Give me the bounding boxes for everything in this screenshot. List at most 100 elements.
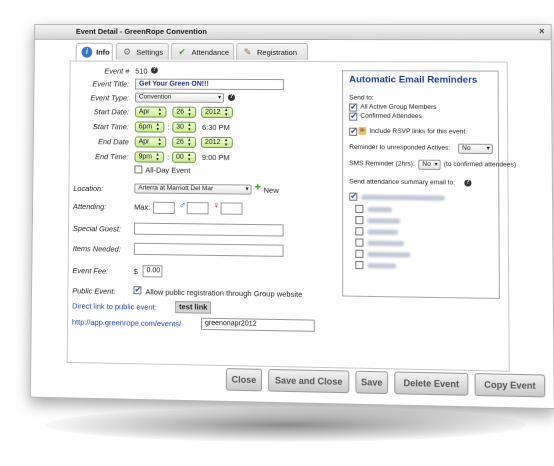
event-fee-input[interactable]: 0.00 <box>143 265 163 277</box>
summary-label: Send attendance summary email to: <box>349 178 455 186</box>
tab-info-label: Info <box>96 48 110 57</box>
event-detail-dialog: Event Detail - GreenRope Convention × i … <box>30 24 554 409</box>
url-prefix: http://app.greenrope.com/events/ <box>72 317 181 328</box>
public-event-checkbox[interactable]: ✔ <box>133 286 141 294</box>
event-type-label: Event Type: <box>74 93 129 102</box>
copy-event-button[interactable]: Copy Event <box>475 373 546 397</box>
window-title: Event Detail - GreenRope Convention <box>76 27 207 36</box>
start-hour-select[interactable]: 6pm <box>135 121 165 132</box>
plus-icon[interactable]: + <box>255 182 261 194</box>
recipient-email-redacted <box>361 195 445 201</box>
location-select[interactable]: Arterra at Marriott Del Mar <box>134 183 251 194</box>
active-members-checkbox[interactable]: ✔ <box>349 103 357 111</box>
tab-registration[interactable]: ✎ Registration <box>236 43 308 60</box>
confirmed-attendees-label: Confirmed Attendees <box>360 113 422 120</box>
help-icon[interactable]: ? <box>151 67 158 74</box>
summary-recipient-checkbox[interactable] <box>355 238 363 246</box>
gear-icon: ⚙ <box>122 47 133 58</box>
summary-recipient-checkbox[interactable]: ✔ <box>349 193 357 201</box>
close-button[interactable]: Close <box>226 368 262 391</box>
start-time-text: 6:30 PM <box>202 123 230 132</box>
sms-note: (to confirmed attendees) <box>444 161 516 169</box>
delete-event-button[interactable]: Delete Event <box>394 371 468 395</box>
summary-recipient-checkbox[interactable] <box>355 261 363 269</box>
all-day-checkbox[interactable] <box>134 165 142 173</box>
info-icon: i <box>81 47 92 58</box>
start-time-label: Start Time: <box>74 122 129 131</box>
email-reminders-panel: Automatic Email Reminders Send to: ✔ All… <box>342 70 500 299</box>
direct-link-label: Direct link to public event: <box>72 301 157 312</box>
female-icon: ♀ <box>213 200 221 211</box>
recipient-name-redacted <box>368 263 397 269</box>
unresponded-select[interactable]: No <box>458 144 493 154</box>
max-female-input[interactable] <box>221 202 243 214</box>
end-minute-select[interactable]: 00 <box>172 152 196 163</box>
rsvp-label: Include RSVP links for this event <box>369 128 465 136</box>
tab-attendance-label: Attendance <box>192 48 230 57</box>
summary-recipient-checkbox[interactable] <box>355 227 363 235</box>
end-month-select[interactable]: Apr <box>135 136 167 147</box>
url-slug-input[interactable]: greenonapr2012 <box>201 318 315 332</box>
public-event-text: Allow public registration through Group … <box>145 287 302 299</box>
sms-label: SMS Reminder (2hrs): <box>349 160 415 168</box>
title-bar: Event Detail - GreenRope Convention × <box>35 25 551 40</box>
recipient-name-redacted <box>367 229 398 234</box>
active-members-label: All Active Group Members <box>360 104 436 111</box>
info-panel: Event # 510 ? Event Title: Get Your Gree… <box>67 61 510 372</box>
fee-currency: $ <box>134 267 138 276</box>
recipient-name-redacted <box>368 241 405 247</box>
start-year-select[interactable]: 2012 <box>201 107 233 118</box>
event-type-select[interactable]: Convention <box>135 93 224 103</box>
max-label: Max: <box>134 203 150 212</box>
special-guest-label: Special Guest: <box>73 224 132 234</box>
male-icon: ♂ <box>179 200 187 211</box>
tab-attendance[interactable]: ✔ Attendance <box>171 43 234 60</box>
start-month-select[interactable]: Apr <box>135 106 167 117</box>
save-and-close-button[interactable]: Save and Close <box>268 369 349 393</box>
tab-settings[interactable]: ⚙ Settings <box>116 43 169 60</box>
all-day-label: All-Day Event <box>145 166 190 175</box>
max-attending-input[interactable] <box>153 202 175 214</box>
window-shadow <box>46 408 526 442</box>
start-day-select[interactable]: 26 <box>172 107 196 118</box>
recipient-name-redacted <box>368 252 411 258</box>
rsvp-icon: ✉ <box>358 127 366 135</box>
confirmed-attendees-checkbox[interactable]: ✔ <box>349 113 357 121</box>
help-icon[interactable]: ? <box>464 179 471 186</box>
event-title-label: Event Title: <box>74 79 129 88</box>
start-minute-select[interactable]: 30 <box>172 122 196 133</box>
public-event-label: Public Event: <box>72 286 127 296</box>
recipient-name-redacted <box>367 207 391 212</box>
start-date-label: Start Date: <box>74 107 129 116</box>
unresponded-label: Reminder to unresponded Actives: <box>349 144 450 152</box>
test-link-button[interactable]: test link <box>175 301 211 314</box>
special-guest-input[interactable] <box>134 223 284 237</box>
items-needed-input[interactable] <box>134 243 284 257</box>
summary-recipient-checkbox[interactable] <box>355 205 363 213</box>
tab-info[interactable]: i Info <box>76 43 113 62</box>
end-year-select[interactable]: 2012 <box>201 137 233 148</box>
event-title-input[interactable]: Get Your Green ON!!! <box>135 79 284 91</box>
tab-registration-label: Registration <box>257 48 297 57</box>
send-to-label: Send to: <box>349 94 373 101</box>
location-label: Location: <box>73 184 124 194</box>
attending-label: Attending: <box>73 202 124 212</box>
new-location-link[interactable]: New <box>264 186 279 195</box>
end-date-label: End Date <box>74 137 129 146</box>
max-male-input[interactable] <box>187 202 209 214</box>
attendance-icon: ✔ <box>177 47 188 58</box>
sms-select[interactable]: No <box>418 160 440 170</box>
event-fee-label: Event Fee: <box>72 266 123 276</box>
tab-settings-label: Settings <box>136 48 163 57</box>
summary-recipient-checkbox[interactable] <box>355 250 363 258</box>
rsvp-checkbox[interactable]: ✔ <box>349 128 357 136</box>
summary-recipient-checkbox[interactable] <box>355 216 363 224</box>
end-hour-select[interactable]: 9pm <box>135 151 165 162</box>
help-icon[interactable]: ? <box>228 94 235 101</box>
end-day-select[interactable]: 26 <box>172 137 196 148</box>
close-icon[interactable]: × <box>539 26 544 36</box>
recipient-name-redacted <box>367 218 400 223</box>
save-button[interactable]: Save <box>355 371 388 394</box>
reminders-title: Automatic Email Reminders <box>349 74 477 86</box>
items-needed-label: Items Needed: <box>73 244 132 254</box>
